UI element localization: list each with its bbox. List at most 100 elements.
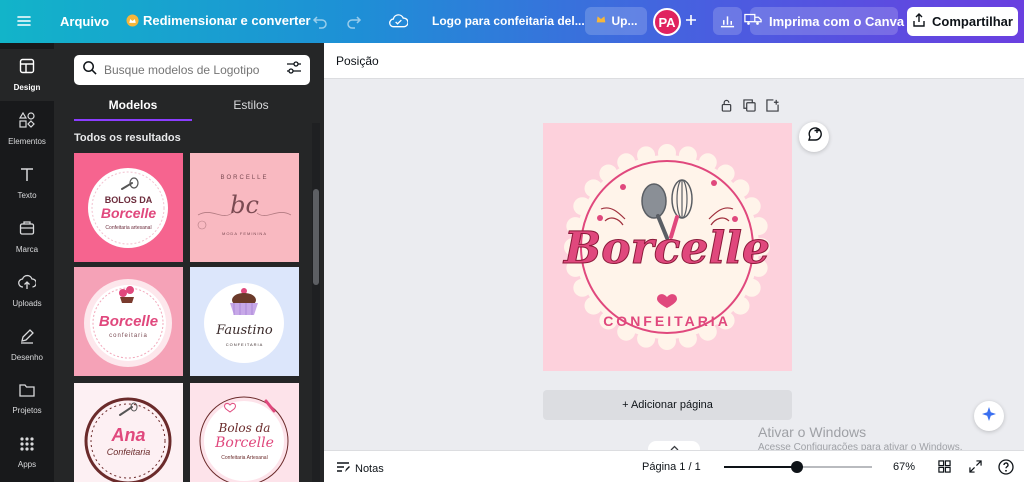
- rail-item-design[interactable]: Design: [0, 49, 54, 101]
- folder-icon: [19, 383, 35, 402]
- template-line: Borcelle: [98, 313, 159, 330]
- logo-brand-text: Borcelle: [562, 223, 770, 274]
- truck-icon: [744, 12, 762, 31]
- page-indicator[interactable]: Página 1 / 1: [642, 461, 701, 473]
- notes-icon: [336, 460, 350, 478]
- rail-label: Desenho: [10, 353, 44, 362]
- rail-item-uploads[interactable]: Uploads: [0, 265, 54, 317]
- insights-chart-icon[interactable]: [713, 7, 742, 35]
- help-icon[interactable]: [998, 459, 1014, 480]
- template-thumbnail[interactable]: Faustino CONFEITARIA: [190, 267, 299, 376]
- magic-assistant-button[interactable]: [974, 401, 1004, 431]
- rail-item-text[interactable]: Texto: [0, 157, 54, 209]
- resize-button[interactable]: Redimensionar e converter: [126, 13, 311, 28]
- design-page[interactable]: Borcelle CONFEITARIA: [543, 123, 792, 371]
- template-line: Borcelle: [100, 205, 157, 221]
- text-icon: [19, 166, 35, 187]
- rail-label: Elementos: [8, 137, 46, 146]
- print-with-canva-button[interactable]: Imprima com o Canva: [744, 7, 904, 35]
- rail-item-projects[interactable]: Projetos: [0, 373, 54, 425]
- duplicate-page-icon[interactable]: [743, 99, 756, 117]
- print-label: Imprima com o Canva: [768, 13, 905, 29]
- template-line: confeitaria: [109, 333, 148, 339]
- rail-label: Design: [13, 83, 41, 92]
- file-menu-button[interactable]: Arquivo: [60, 14, 109, 29]
- windows-activation-watermark: Ativar o Windows Acesse Configurações pa…: [758, 424, 963, 453]
- template-thumbnail[interactable]: Ana Confeitaria: [74, 383, 183, 482]
- template-line: MODA FEMININA: [221, 231, 267, 236]
- share-upload-icon: [912, 13, 926, 30]
- filter-sliders-icon[interactable]: [286, 60, 302, 81]
- template-search-input[interactable]: [104, 63, 279, 77]
- brand-icon: [19, 220, 35, 241]
- sparkle-icon: [981, 406, 997, 427]
- add-collaborator-icon[interactable]: [684, 13, 698, 27]
- apps-icon: [20, 437, 34, 456]
- rail-item-brand[interactable]: Marca: [0, 211, 54, 263]
- rail-item-elements[interactable]: Elementos: [0, 103, 54, 155]
- rail-label: Marca: [15, 245, 39, 254]
- template-line: Bolos da: [218, 421, 271, 435]
- template-line: bc: [230, 191, 259, 219]
- watermark-title: Ativar o Windows: [758, 424, 867, 440]
- add-comment-button[interactable]: [799, 122, 829, 152]
- panel-scrollbar-thumb[interactable]: [313, 189, 319, 285]
- rail-label: Uploads: [12, 299, 42, 308]
- avatar[interactable]: PA: [653, 8, 681, 36]
- left-rail: Design Elementos Texto Marca Uploads Des…: [0, 43, 54, 482]
- template-thumbnail[interactable]: BORCELLE bc MODA FEMININA: [190, 153, 299, 262]
- panel-scrollbar-track[interactable]: [312, 123, 320, 482]
- comment-plus-icon: [806, 126, 822, 148]
- context-toolbar: Posição: [324, 43, 1024, 79]
- crown-icon: [595, 12, 607, 30]
- rail-item-draw[interactable]: Desenho: [0, 319, 54, 371]
- resize-label: Redimensionar e converter: [143, 13, 311, 28]
- bottom-bar: Notas Página 1 / 1 67%: [324, 450, 1024, 482]
- templates-panel: Modelos Estilos Todos os resultados BOLO…: [54, 43, 324, 482]
- draw-icon: [19, 328, 35, 349]
- template-search-box[interactable]: [74, 55, 310, 85]
- crown-icon: [126, 14, 139, 27]
- tab-styles[interactable]: Estilos: [192, 95, 310, 121]
- logo-tagline-text: CONFEITARIA: [603, 313, 731, 329]
- template-thumbnail[interactable]: Borcelle confeitaria: [74, 267, 183, 376]
- undo-icon[interactable]: [312, 13, 328, 29]
- upload-icon: [18, 274, 37, 295]
- position-button[interactable]: Posição: [336, 54, 379, 68]
- elements-icon: [18, 111, 35, 133]
- tab-templates[interactable]: Modelos: [74, 95, 192, 121]
- rail-label: Projetos: [12, 406, 42, 415]
- cloud-saved-icon[interactable]: [389, 12, 408, 30]
- add-page-button[interactable]: + Adicionar página: [543, 390, 792, 420]
- lock-icon[interactable]: [720, 99, 733, 117]
- fullscreen-icon[interactable]: [969, 460, 982, 478]
- rail-label: Apps: [17, 460, 37, 469]
- grid-view-icon[interactable]: [938, 460, 951, 478]
- template-line: Confeitaria Artesanal: [221, 455, 268, 461]
- upgrade-button[interactable]: Up...: [585, 7, 647, 35]
- design-icon: [19, 58, 35, 79]
- upgrade-label: Up...: [611, 14, 638, 28]
- redo-icon[interactable]: [346, 13, 362, 29]
- template-thumbnail[interactable]: BOLOS DA Borcelle Confeitaria artesanal: [74, 153, 183, 262]
- panel-tabs: Modelos Estilos: [74, 95, 310, 121]
- zoom-slider-fill: [724, 466, 797, 468]
- share-button[interactable]: Compartilhar: [907, 7, 1018, 36]
- hamburger-menu-icon[interactable]: [16, 13, 32, 29]
- template-line: BOLOS DA: [104, 195, 153, 205]
- rail-label: Texto: [17, 191, 37, 200]
- template-thumbnail[interactable]: Bolos da Borcelle Confeitaria Artesanal: [190, 383, 299, 482]
- template-line: Ana: [111, 425, 146, 445]
- template-line: BORCELLE: [220, 175, 269, 181]
- page-tools: [720, 99, 779, 117]
- template-line: Faustino: [216, 323, 273, 338]
- notes-button[interactable]: Notas: [336, 460, 384, 478]
- rail-item-apps[interactable]: Apps: [0, 427, 54, 479]
- results-heading: Todos os resultados: [74, 132, 181, 144]
- add-page-icon[interactable]: [766, 99, 779, 117]
- template-line: CONFEITARIA: [225, 342, 264, 347]
- document-title[interactable]: Logo para confeitaria del...: [432, 14, 585, 28]
- zoom-slider-knob[interactable]: [790, 461, 803, 473]
- template-line: Confeitaria artesanal: [105, 225, 152, 231]
- zoom-level[interactable]: 67%: [893, 461, 915, 473]
